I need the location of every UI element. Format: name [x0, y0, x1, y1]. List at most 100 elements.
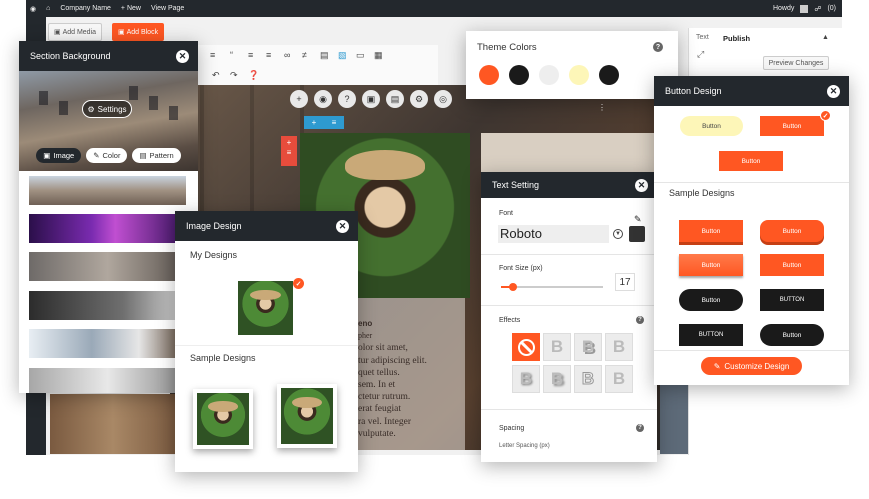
- sample-image-frame[interactable]: [193, 389, 253, 449]
- site-name-link[interactable]: Company Name: [60, 5, 111, 12]
- collapse-icon[interactable]: ▲: [822, 34, 829, 41]
- article-line: quet tellus.: [358, 367, 400, 378]
- my-design-image[interactable]: [238, 281, 293, 335]
- align-left-icon[interactable]: ≡: [248, 50, 253, 60]
- background-thumbnail-reading[interactable]: [29, 329, 186, 358]
- color-swatch[interactable]: [479, 65, 499, 85]
- tab-pattern[interactable]: ▤ Pattern: [132, 148, 181, 163]
- add-media-button[interactable]: ▣ Add Media: [48, 23, 103, 41]
- effect-none-button[interactable]: [512, 333, 540, 361]
- sample-button[interactable]: BUTTON: [679, 324, 743, 346]
- image-icon: ▣: [43, 151, 51, 160]
- howdy-link[interactable]: Howdy: [773, 5, 794, 12]
- font-size-input[interactable]: 17: [615, 273, 635, 291]
- camera-icon[interactable]: ◎: [434, 90, 452, 108]
- read-more-icon[interactable]: ▤: [320, 50, 329, 61]
- align-center-icon[interactable]: ≡: [266, 50, 271, 60]
- effect-button[interactable]: B: [605, 365, 633, 393]
- color-swatch[interactable]: [569, 65, 589, 85]
- sample-button[interactable]: Button: [679, 289, 743, 311]
- background-thumbnail-city[interactable]: [29, 176, 186, 205]
- my-designs-heading: My Designs: [190, 250, 238, 260]
- effect-button[interactable]: B: [574, 333, 602, 361]
- preview-changes-button[interactable]: Preview Changes: [763, 56, 829, 70]
- palette-icon[interactable]: ◉: [314, 90, 332, 108]
- column-controls[interactable]: + ≡: [304, 116, 344, 129]
- effect-button[interactable]: B: [543, 365, 571, 393]
- menu-icon[interactable]: ≡: [287, 148, 292, 157]
- tab-image[interactable]: ▣ Image: [36, 148, 82, 163]
- design-button-selected[interactable]: Button: [760, 116, 824, 136]
- wordpress-logo-icon[interactable]: ◉: [30, 5, 36, 13]
- plus-icon[interactable]: +: [287, 138, 292, 147]
- tab-color[interactable]: ✎ Color: [86, 148, 128, 163]
- layout-icon[interactable]: ▤: [386, 90, 404, 108]
- color-swatch[interactable]: [599, 65, 619, 85]
- effect-button[interactable]: B: [512, 365, 540, 393]
- background-thumbnail-building[interactable]: [29, 252, 186, 281]
- format-italic-icon[interactable]: ≡: [210, 50, 215, 60]
- help-icon[interactable]: ?: [636, 316, 644, 324]
- builder-icon[interactable]: ▧: [338, 50, 347, 61]
- fullscreen-icon[interactable]: ▭: [356, 50, 365, 61]
- expand-icon[interactable]: ⤢: [697, 49, 704, 60]
- background-thumbnail-lights[interactable]: [29, 214, 186, 243]
- home-icon[interactable]: ⌂: [46, 5, 50, 12]
- font-size-slider[interactable]: [501, 283, 603, 291]
- text-tab[interactable]: Text: [696, 34, 709, 41]
- font-color-picker[interactable]: [629, 226, 645, 242]
- redo-icon[interactable]: ↷: [230, 70, 238, 81]
- article-line: tur adipiscing elit.: [358, 355, 427, 366]
- color-swatch[interactable]: [509, 65, 529, 85]
- help-icon[interactable]: ❓: [248, 70, 259, 81]
- close-icon[interactable]: ✕: [635, 179, 648, 192]
- background-thumbnail-street[interactable]: [29, 368, 186, 393]
- sample-button[interactable]: Button: [679, 254, 743, 276]
- customize-design-button[interactable]: ✎ Customize Design: [701, 357, 802, 375]
- close-icon[interactable]: ✕: [827, 85, 840, 98]
- blockquote-icon[interactable]: “: [230, 50, 233, 60]
- settings-button[interactable]: ⚙ Settings: [82, 100, 132, 118]
- sample-button[interactable]: BUTTON: [760, 289, 824, 311]
- plus-icon[interactable]: +: [312, 118, 317, 127]
- avatar[interactable]: [800, 4, 809, 13]
- sample-image-frame[interactable]: [277, 384, 337, 448]
- design-button[interactable]: Button: [719, 151, 783, 171]
- effect-button[interactable]: B: [605, 333, 633, 361]
- close-icon[interactable]: ✕: [176, 50, 189, 63]
- view-page-link[interactable]: View Page: [151, 5, 184, 12]
- question-icon[interactable]: ?: [338, 90, 356, 108]
- sample-button[interactable]: Button: [760, 254, 824, 276]
- cart-icon[interactable]: ☍: [814, 5, 821, 13]
- chevron-down-icon[interactable]: ▼: [613, 229, 623, 239]
- add-block-button[interactable]: ▣ Add Block: [112, 23, 165, 41]
- new-link[interactable]: + New: [121, 5, 141, 12]
- window-shape: [59, 101, 68, 115]
- color-swatch[interactable]: [539, 65, 559, 85]
- sample-button[interactable]: Button: [760, 220, 824, 242]
- sample-designs-heading: Sample Designs: [669, 188, 735, 198]
- link-icon[interactable]: ∞: [284, 50, 290, 60]
- image-icon[interactable]: ▣: [362, 90, 380, 108]
- unlink-icon[interactable]: ≠: [302, 50, 307, 60]
- settings-icon[interactable]: ⚙: [410, 90, 428, 108]
- more-icon[interactable]: ⋮: [598, 103, 606, 112]
- add-block-label: Add Block: [126, 28, 159, 36]
- sample-button[interactable]: Button: [679, 220, 743, 242]
- effect-button[interactable]: B: [543, 333, 571, 361]
- close-icon[interactable]: ✕: [336, 220, 349, 233]
- menu-icon[interactable]: ≡: [332, 118, 337, 127]
- design-button-pale[interactable]: Button: [680, 116, 743, 136]
- sample-button[interactable]: Button: [760, 324, 824, 346]
- row-handle[interactable]: + ≡: [281, 136, 297, 166]
- effect-button[interactable]: B: [574, 365, 602, 393]
- background-thumbnail-bw[interactable]: [29, 291, 186, 320]
- help-icon[interactable]: ?: [653, 42, 663, 52]
- slider-handle[interactable]: [509, 283, 518, 291]
- add-icon[interactable]: +: [290, 90, 308, 108]
- font-family-select[interactable]: Roboto: [498, 225, 609, 243]
- undo-icon[interactable]: ↶: [212, 70, 220, 81]
- help-icon[interactable]: ?: [636, 424, 644, 432]
- kitchen-sink-icon[interactable]: ▦: [374, 50, 383, 61]
- ban-icon: [517, 338, 535, 356]
